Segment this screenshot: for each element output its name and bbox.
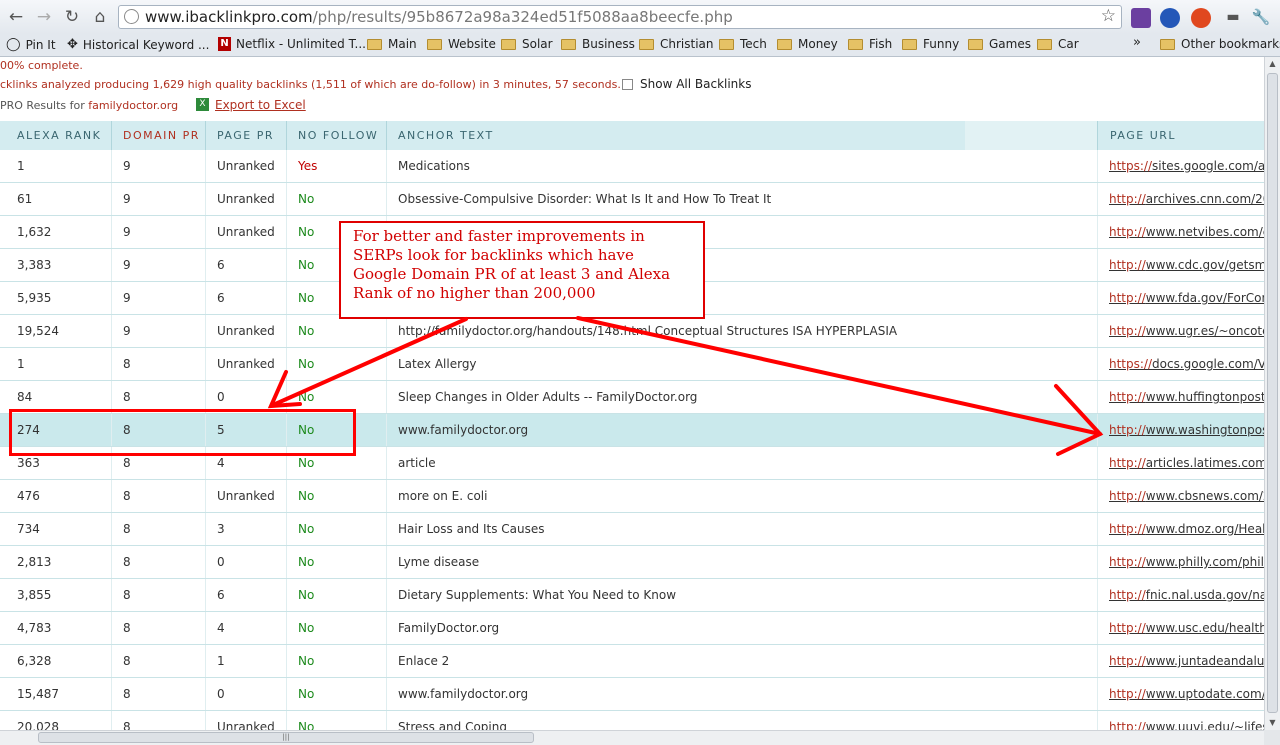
annotation-arrows: [267, 316, 1104, 456]
horizontal-scrollbar[interactable]: |||: [0, 730, 1264, 745]
horizontal-scroll-thumb[interactable]: |||: [38, 732, 534, 743]
scroll-up-arrow-icon[interactable]: ▲: [1265, 57, 1280, 71]
arrow-to-page-url: [576, 316, 1102, 436]
arrow-head-page-url: [1054, 384, 1104, 456]
scroll-down-arrow-icon[interactable]: ▼: [1265, 716, 1280, 730]
vertical-scrollbar[interactable]: ▲ ▼: [1264, 57, 1280, 730]
arrow-to-page-pr: [271, 317, 468, 407]
vertical-scroll-thumb[interactable]: [1267, 73, 1278, 713]
